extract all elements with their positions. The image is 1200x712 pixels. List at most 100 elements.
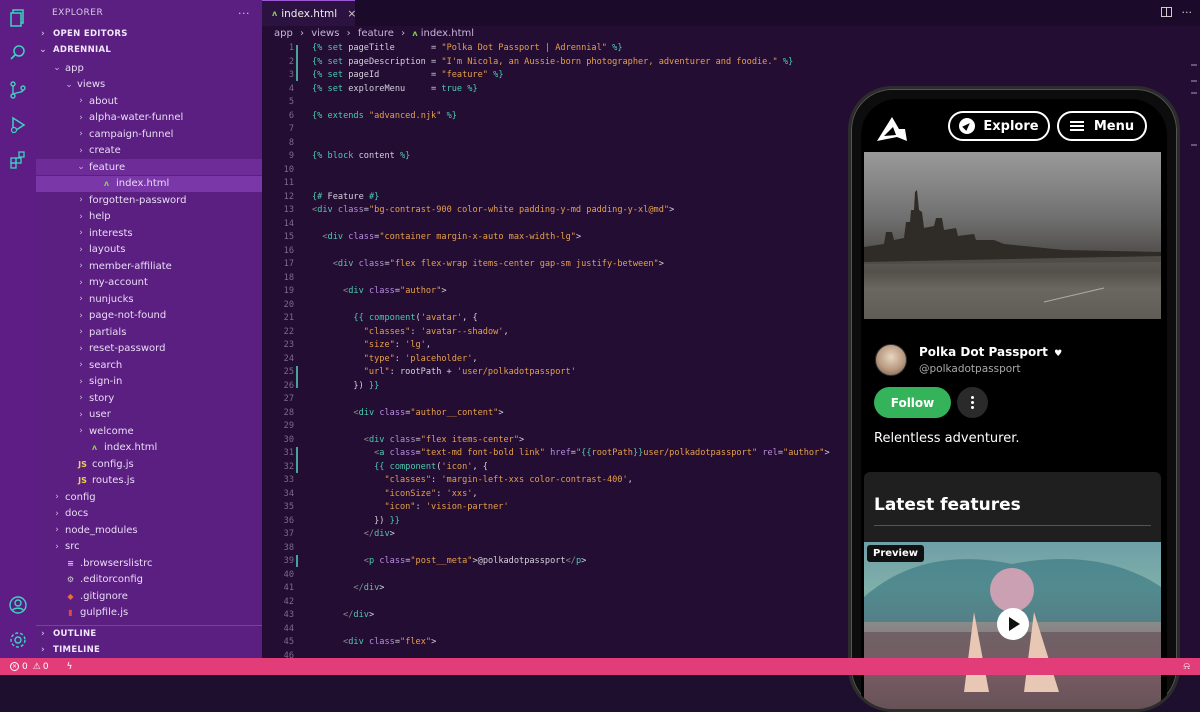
tree-folder-member-affiliate[interactable]: › member-affiliate [36, 258, 262, 274]
tree-item-label: gulpfile.js [80, 607, 129, 618]
tree-folder-feature[interactable]: ⌄ feature [36, 159, 262, 175]
code-line[interactable]: {{ component('avatar', { [312, 313, 477, 323]
tree-folder-story[interactable]: › story [36, 390, 262, 406]
search-icon[interactable] [8, 43, 28, 63]
code-line[interactable]: }) }} [312, 381, 379, 391]
tree-file-index.html[interactable]: ʌ index.html [36, 175, 262, 192]
tree-folder-reset-password[interactable]: › reset-password [36, 341, 262, 357]
code-line[interactable]: <div class="flex items-center"> [312, 435, 524, 445]
feature-thumbnail[interactable]: Preview [864, 542, 1161, 709]
warning-icon[interactable]: ⚠ [33, 662, 41, 672]
tree-folder-welcome[interactable]: › welcome [36, 423, 262, 439]
code-line[interactable]: <div class="flex"> [312, 637, 436, 647]
tree-folder-alpha-water-funnel[interactable]: › alpha-water-funnel [36, 110, 262, 126]
site-logo[interactable] [875, 115, 909, 143]
tree-file-.gitignore[interactable]: ◆ .gitignore [36, 588, 262, 604]
author-bio: Relentless adventurer. [874, 431, 1020, 446]
code-line[interactable]: </div> [312, 529, 395, 539]
source-control-icon[interactable] [8, 80, 28, 100]
project-section[interactable]: ⌄ ADRENNIAL [36, 42, 262, 58]
account-icon[interactable] [8, 595, 28, 615]
line-number: 18 [283, 272, 294, 283]
split-editor-icon[interactable] [1161, 7, 1172, 17]
tree-folder-interests[interactable]: › interests [36, 225, 262, 241]
tree-folder-views[interactable]: ⌄ views [36, 77, 262, 93]
tree-file-gulpfile.js[interactable]: ▮ gulpfile.js [36, 605, 262, 621]
code-line[interactable]: </div> [312, 583, 384, 593]
code-line[interactable]: {% set pageTitle = "Polka Dot Passport |… [312, 43, 623, 53]
outline-section[interactable]: › OUTLINE [36, 626, 262, 642]
code-line[interactable]: {% extends "advanced.njk" %} [312, 111, 457, 121]
tree-folder-page-not-found[interactable]: › page-not-found [36, 308, 262, 324]
more-actions-icon[interactable]: ··· [1182, 6, 1193, 19]
tree-folder-layouts[interactable]: › layouts [36, 242, 262, 258]
chevron-right-icon: › [79, 376, 83, 387]
tree-folder-search[interactable]: › search [36, 357, 262, 373]
error-count[interactable]: 0 [22, 662, 28, 672]
author-name[interactable]: Polka Dot Passport ♥ [919, 345, 1062, 359]
warning-count[interactable]: 0 [43, 662, 49, 672]
tree-folder-node_modules[interactable]: › node_modules [36, 522, 262, 538]
tree-file-.browserslistrc[interactable]: ≡ .browserslistrc [36, 555, 262, 571]
menu-button[interactable]: Menu [1057, 111, 1147, 141]
follow-button[interactable]: Follow [874, 387, 951, 418]
tree-folder-campaign-funnel[interactable]: › campaign-funnel [36, 126, 262, 142]
tree-folder-user[interactable]: › user [36, 407, 262, 423]
tree-folder-sign-in[interactable]: › sign-in [36, 374, 262, 390]
code-line[interactable]: "iconSize": 'xxs', [312, 489, 477, 499]
code-line[interactable]: "classes": 'avatar--shadow', [312, 327, 509, 337]
error-icon[interactable]: × [10, 662, 19, 671]
extensions-icon[interactable] [8, 150, 28, 170]
code-line[interactable]: <div class="author"> [312, 286, 447, 296]
tree-folder-src[interactable]: › src [36, 539, 262, 555]
tree-folder-about[interactable]: › about [36, 93, 262, 109]
tab-index-html[interactable]: ʌ index.html × [262, 0, 356, 26]
tree-folder-my-account[interactable]: › my-account [36, 275, 262, 291]
code-line[interactable]: <div class="bg-contrast-900 color-white … [312, 205, 674, 215]
code-line[interactable]: <div class="flex flex-wrap items-center … [312, 259, 664, 269]
code-line[interactable]: <div class="container margin-x-auto max-… [312, 232, 581, 242]
tree-folder-forgotten-password[interactable]: › forgotten-password [36, 192, 262, 208]
code-line[interactable]: "size": 'lg', [312, 340, 431, 350]
code-line[interactable]: }) }} [312, 516, 400, 526]
close-tab-icon[interactable]: × [347, 7, 356, 20]
code-line[interactable]: "url": rootPath + 'user/polkadotpassport… [312, 367, 576, 377]
code-line[interactable]: <a class="text-md font-bold link" href="… [312, 448, 830, 458]
notifications-bell-icon[interactable]: ⍾ [1183, 661, 1190, 672]
code-line[interactable]: <div class="author__content"> [312, 408, 503, 418]
run-debug-icon[interactable] [8, 115, 28, 135]
code-line[interactable]: </div> [312, 610, 374, 620]
code-line[interactable]: {% set pageDescription = "I'm Nicola, an… [312, 57, 793, 67]
play-video-icon[interactable] [997, 608, 1029, 640]
code-line[interactable]: {% set exploreMenu = true %} [312, 84, 478, 94]
files-icon[interactable] [8, 8, 28, 28]
tree-file-.editorconfig[interactable]: ⚙ .editorconfig [36, 572, 262, 588]
tree-folder-config[interactable]: › config [36, 489, 262, 505]
tree-folder-partials[interactable]: › partials [36, 324, 262, 340]
more-options-icon[interactable] [957, 387, 988, 418]
tree-folder-docs[interactable]: › docs [36, 506, 262, 522]
tree-file-config.js[interactable]: JS config.js [36, 456, 262, 472]
settings-gear-icon[interactable] [8, 630, 28, 650]
code-line[interactable]: "icon": 'vision-partner' [312, 502, 508, 512]
code-line[interactable]: <p class="post__meta">@polkadotpassport<… [312, 556, 587, 566]
code-line[interactable]: {# Feature #} [312, 192, 379, 202]
tree-file-index.html[interactable]: ʌ index.html [36, 440, 262, 456]
explore-button[interactable]: Explore [948, 111, 1050, 141]
tree-folder-nunjucks[interactable]: › nunjucks [36, 291, 262, 307]
avatar[interactable] [875, 344, 907, 376]
tree-folder-help[interactable]: › help [36, 209, 262, 225]
tree-folder-app[interactable]: ⌄ app [36, 60, 262, 76]
open-editors-section[interactable]: › OPEN EDITORS [36, 26, 262, 42]
code-line[interactable]: "type": 'placeholder', [312, 354, 478, 364]
code-line[interactable]: {{ component('icon', { [312, 462, 488, 472]
tree-folder-create[interactable]: › create [36, 143, 262, 159]
code-line[interactable]: {% set pageId = "feature" %} [312, 70, 504, 80]
timeline-section[interactable]: › TIMELINE [36, 642, 262, 658]
more-actions-icon[interactable]: ··· [238, 7, 250, 20]
code-line[interactable]: {% block content %} [312, 151, 410, 161]
tree-file-routes.js[interactable]: JS routes.js [36, 473, 262, 489]
live-share-icon[interactable]: ϟ [67, 662, 73, 672]
code-line[interactable]: "classes": 'margin-left-xxs color-contra… [312, 475, 632, 485]
phone-preview: Explore Menu Polka Dot Passport ♥ @polka… [848, 86, 1180, 712]
